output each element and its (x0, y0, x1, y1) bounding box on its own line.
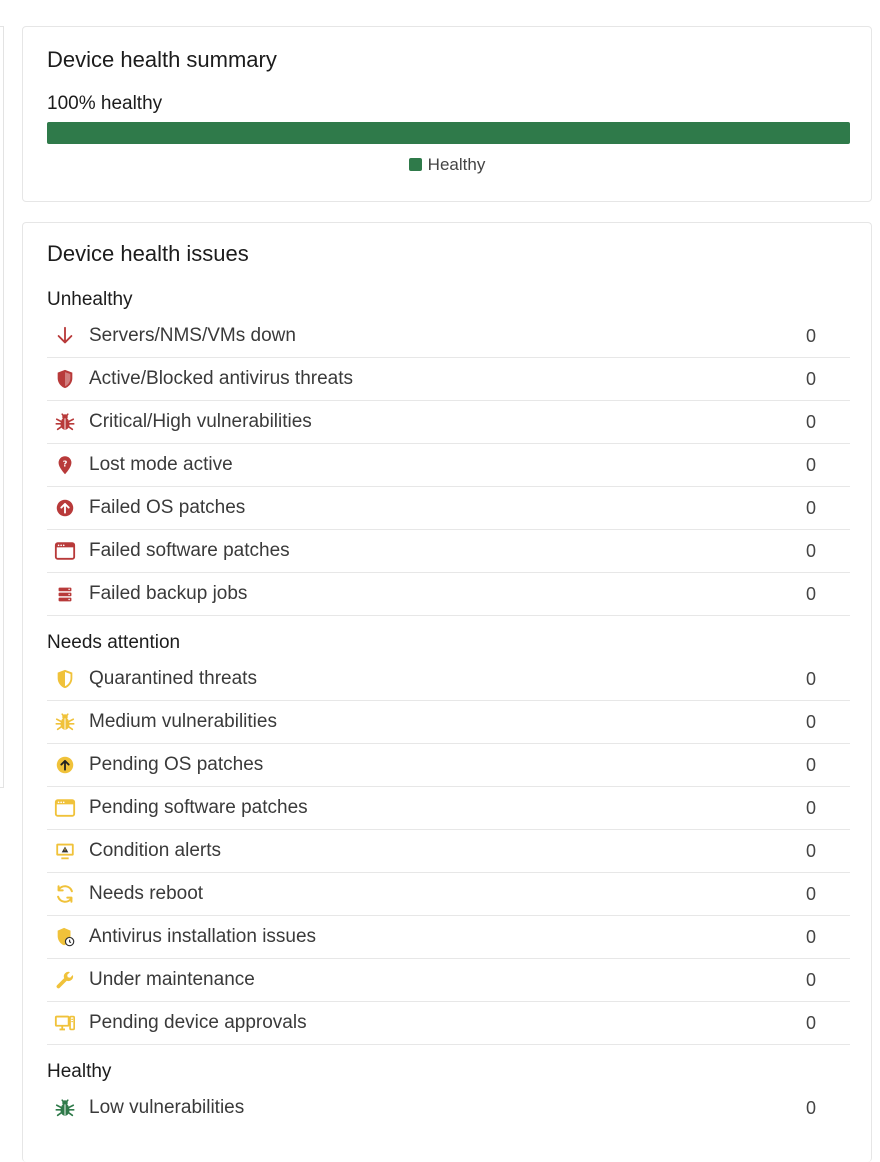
issue-count: 0 (805, 411, 816, 432)
issue-row[interactable]: Medium vulnerabilities 0 (47, 701, 850, 744)
wrench-icon (53, 968, 77, 992)
issue-row[interactable]: Critical/High vulnerabilities 0 (47, 401, 850, 444)
issue-row[interactable]: Under maintenance 0 (47, 959, 850, 1002)
bug-icon (53, 710, 77, 734)
issue-label: Under maintenance (89, 969, 255, 990)
issue-label: Lost mode active (89, 454, 233, 475)
issue-count: 0 (805, 1012, 816, 1033)
arrow-up-circle-icon (53, 496, 77, 520)
issue-label: Failed backup jobs (89, 583, 248, 604)
issue-count: 0 (805, 883, 816, 904)
left-panel-edge (0, 26, 4, 788)
issue-label: Failed OS patches (89, 497, 246, 518)
healthy-percentage: 100% healthy (47, 93, 163, 114)
monitor-warning-icon (53, 839, 77, 863)
issue-count: 0 (805, 583, 816, 604)
issue-count: 0 (805, 754, 816, 775)
device-health-summary-card: Device health summary 100% healthy Healt… (22, 26, 872, 202)
location-question-icon: ? (53, 453, 77, 477)
refresh-icon (53, 882, 77, 906)
issue-row[interactable]: Servers/NMS/VMs down 0 (47, 315, 850, 358)
issue-row[interactable]: Pending software patches 0 (47, 787, 850, 830)
issues-title: Device health issues (47, 241, 249, 266)
summary-title: Device health summary (47, 47, 277, 72)
issue-row[interactable]: Active/Blocked antivirus threats 0 (47, 358, 850, 401)
issue-row[interactable]: Pending device approvals 0 (47, 1002, 850, 1045)
issue-row[interactable]: Antivirus installation issues 0 (47, 916, 850, 959)
issue-row[interactable]: Failed software patches 0 (47, 530, 850, 573)
issue-label: Active/Blocked antivirus threats (89, 368, 354, 389)
issue-row[interactable]: Failed backup jobs 0 (47, 573, 850, 616)
issues-list: Unhealthy Servers/NMS/VMs down 0 Active/Bl… (47, 285, 850, 1129)
healthy-list: Low vulnerabilities 0 (47, 1087, 850, 1129)
issue-count: 0 (805, 840, 816, 861)
healthy-legend-label: Healthy (427, 155, 486, 174)
issue-count: 0 (805, 497, 816, 518)
issue-count: 0 (805, 797, 816, 818)
shield-half-icon (53, 667, 77, 691)
shield-icon (53, 367, 77, 391)
app-window-icon (53, 539, 77, 563)
issue-row[interactable]: Low vulnerabilities 0 (47, 1087, 850, 1129)
issue-label: Medium vulnerabilities (89, 711, 277, 732)
issue-count: 0 (805, 540, 816, 561)
issue-row[interactable]: Needs reboot 0 (47, 873, 850, 916)
server-stack-icon (53, 582, 77, 606)
bug-icon (53, 1096, 77, 1120)
issue-label: Antivirus installation issues (89, 926, 317, 947)
issue-count: 0 (805, 325, 816, 346)
section-header-healthy: Healthy (47, 1061, 112, 1082)
issue-row[interactable]: Quarantined threats 0 (47, 658, 850, 701)
section-header-needs-attention: Needs attention (47, 632, 181, 653)
issue-count: 0 (805, 368, 816, 389)
issue-label: Servers/NMS/VMs down (89, 325, 296, 346)
svg-text:?: ? (63, 458, 68, 468)
issue-label: Pending device approvals (89, 1012, 307, 1033)
health-legend: Healthy (23, 155, 871, 175)
issue-label: Critical/High vulnerabilities (89, 411, 312, 432)
issue-label: Needs reboot (89, 883, 204, 904)
bug-icon (53, 410, 77, 434)
issue-row[interactable]: Pending OS patches 0 (47, 744, 850, 787)
issue-row[interactable]: Condition alerts 0 (47, 830, 850, 873)
arrow-up-circle-icon (53, 753, 77, 777)
issue-count: 0 (805, 926, 816, 947)
issue-count: 0 (805, 969, 816, 990)
issue-label: Failed software patches (89, 540, 290, 561)
healthy-legend-swatch (408, 158, 422, 171)
issue-label: Pending software patches (89, 797, 308, 818)
unhealthy-list: Servers/NMS/VMs down 0 Active/Blocked anti… (47, 315, 850, 616)
issue-label: Pending OS patches (89, 754, 264, 775)
arrow-down-icon (53, 324, 77, 348)
section-header-unhealthy: Unhealthy (47, 289, 133, 310)
shield-clock-icon (53, 925, 77, 949)
health-progress-fill (47, 122, 850, 144)
health-progress-bar (47, 122, 850, 144)
issue-count: 0 (805, 711, 816, 732)
issue-label: Quarantined threats (89, 668, 257, 689)
issue-label: Low vulnerabilities (89, 1097, 245, 1118)
issue-count: 0 (805, 1097, 816, 1118)
app-window-icon (53, 796, 77, 820)
issue-row[interactable]: ? Lost mode active 0 (47, 444, 850, 487)
issue-row[interactable]: Failed OS patches 0 (47, 487, 850, 530)
device-health-issues-card: Device health issues Unhealthy Servers/N… (22, 222, 872, 1162)
issue-count: 0 (805, 454, 816, 475)
needs-attention-list: Quarantined threats 0 Medium vulnerabiliti… (47, 658, 850, 1045)
issue-label: Condition alerts (89, 840, 222, 861)
issue-count: 0 (805, 668, 816, 689)
monitor-device-icon (53, 1011, 77, 1035)
